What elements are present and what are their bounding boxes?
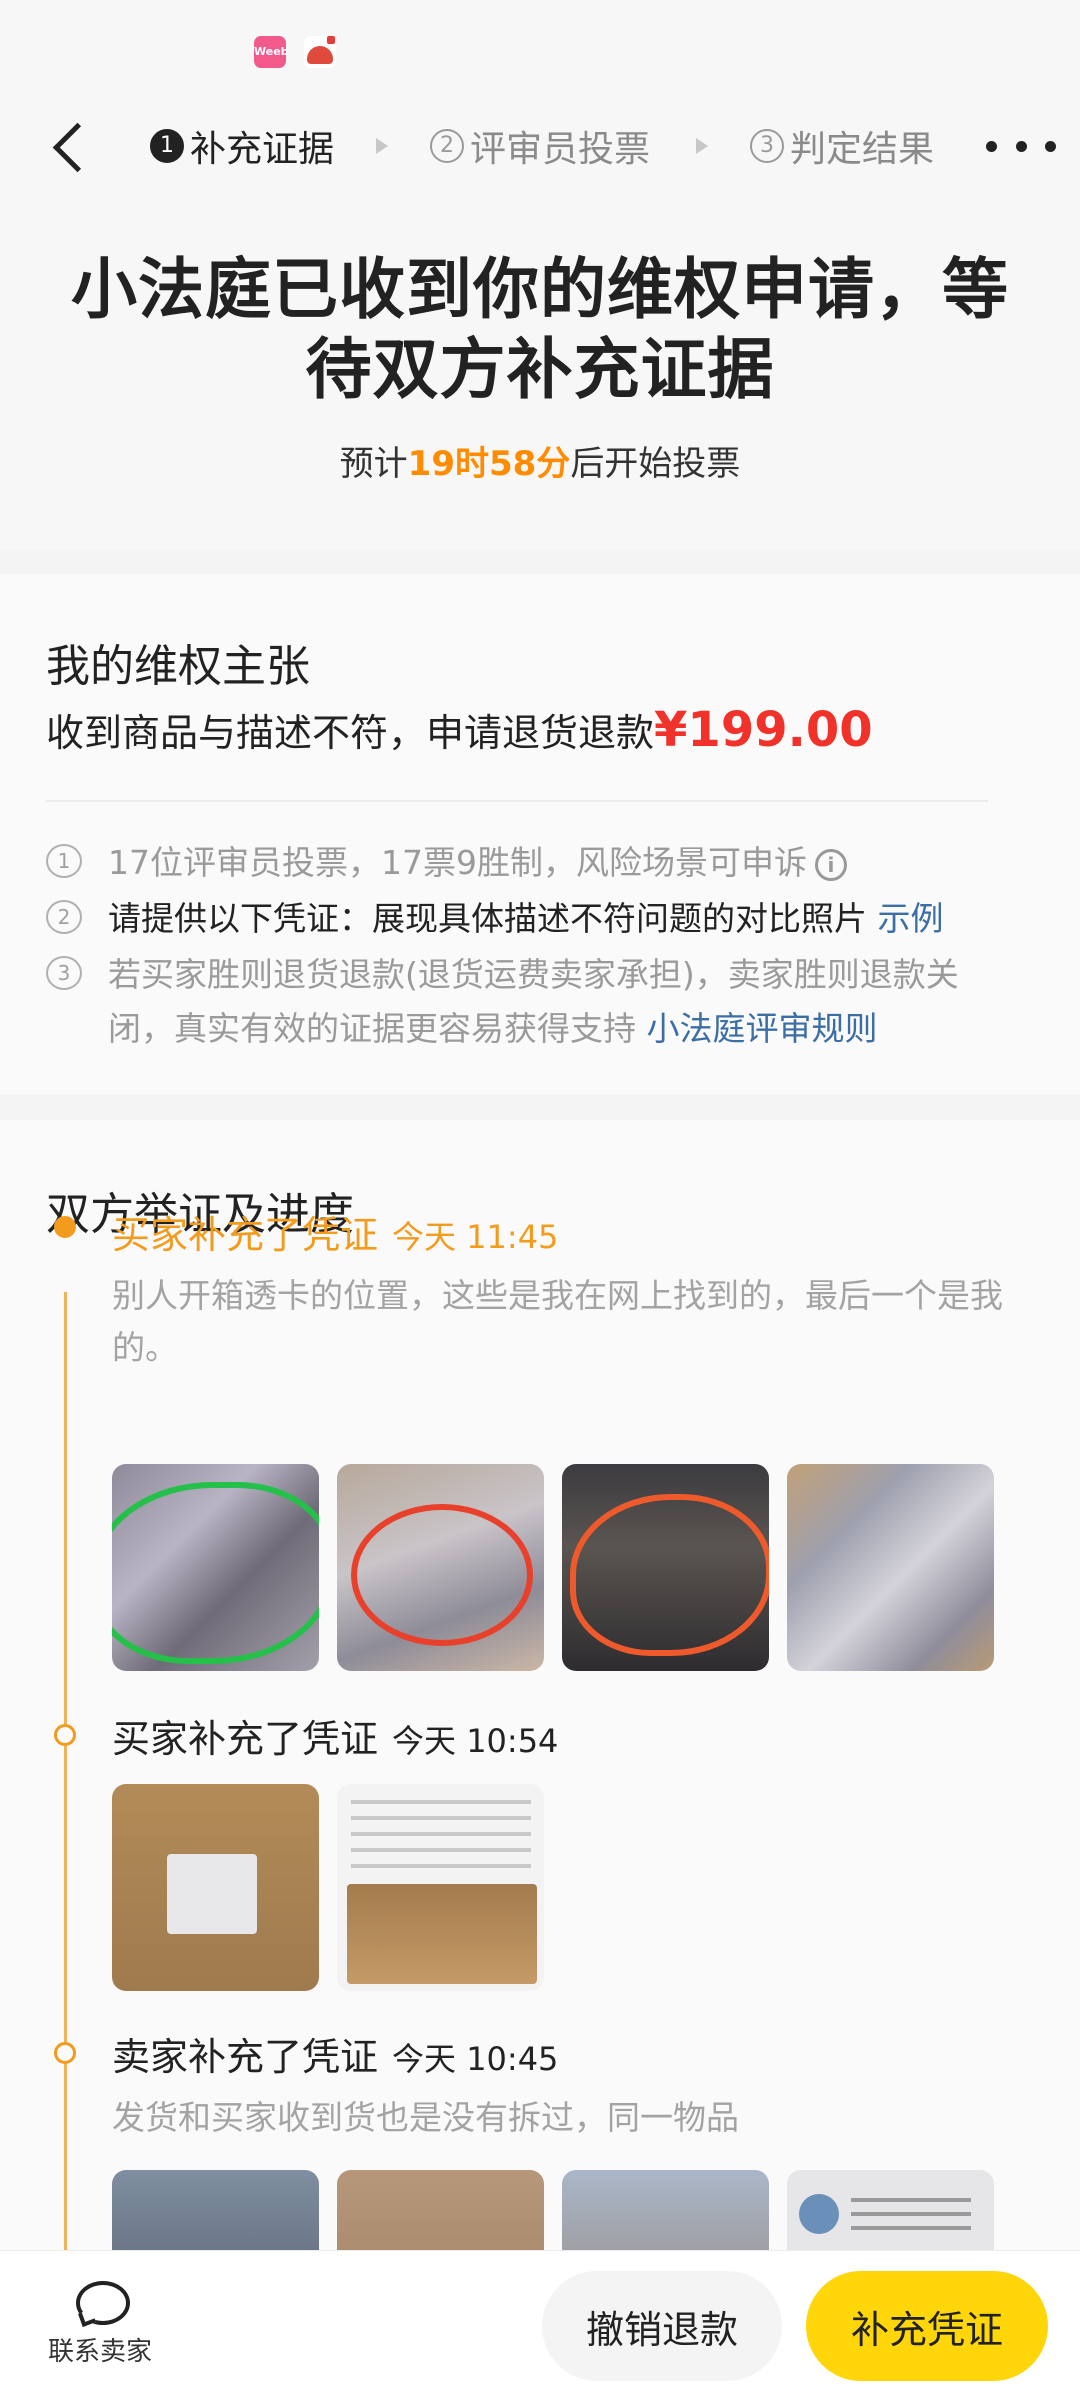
evidence-image[interactable]: [562, 1464, 769, 1671]
pink-app-icon: Weeb: [254, 36, 289, 68]
evidence-image[interactable]: [787, 1464, 994, 1671]
rule-text: 请提供以下凭证：展现具体描述不符问题的对比照片: [108, 899, 867, 938]
divider: [46, 800, 988, 802]
timeline-entry-header: 买家补充了凭证 今天 10:54: [112, 1708, 558, 1763]
entry-actor: 买家补充了凭证: [112, 1213, 379, 1257]
evidence-image[interactable]: [112, 1784, 319, 1991]
entry-actor: 卖家补充了凭证: [112, 2035, 379, 2079]
evidence-image[interactable]: [337, 1464, 544, 1671]
step-2-label: 评审员投票: [470, 129, 651, 170]
back-button[interactable]: [40, 112, 110, 178]
rule-item: 1 17位评审员投票，17票9胜制，风险场景可申诉 i: [46, 836, 1006, 890]
timeline-entry-header: 卖家补充了凭证 今天 10:45: [112, 2026, 558, 2081]
evidence-progress: 双方举证及进度 买家补充了凭证 今天 11:45 别人开箱透卡的位置，这些是我在…: [0, 1120, 1080, 2377]
nav-bar: 1 补充证据 2 评审员投票 3 判定结果: [0, 100, 1080, 190]
entry-actor: 买家补充了凭证: [112, 1717, 379, 1761]
step-3: 3 判定结果: [750, 124, 934, 170]
step-1-label: 补充证据: [190, 129, 335, 170]
bottom-action-bar: 联系卖家 撤销退款 补充凭证: [0, 2250, 1080, 2400]
rule-number: 2: [46, 900, 82, 934]
step-2: 2 评审员投票: [430, 124, 650, 170]
page-root: Weeb 1 补充证据 2 评审员投票 3 判定结果 小法庭已收到你的维权申请，…: [0, 0, 1080, 2400]
supplement-evidence-button[interactable]: 补充凭证: [806, 2271, 1048, 2381]
step-1-number: 1: [150, 129, 184, 163]
rule-number: 3: [46, 956, 82, 990]
status-header: 小法庭已收到你的维权申请，等待双方补充证据 预计19时58分后开始投票: [0, 190, 1080, 550]
entry-time: 今天 11:45: [392, 1218, 559, 1256]
claim-statement: 收到商品与描述不符，申请退货退款¥199.00: [46, 702, 873, 761]
countdown-suffix: 后开始投票: [570, 444, 741, 484]
cancel-refund-button[interactable]: 撤销退款: [542, 2271, 782, 2381]
claim-card: 我的维权主张 收到商品与描述不符，申请退货退款¥199.00 1 17位评审员投…: [0, 574, 1080, 1094]
status-bar: Weeb: [0, 0, 1080, 100]
rule-item: 2 请提供以下凭证：展现具体描述不符问题的对比照片 示例: [46, 892, 1006, 946]
evidence-thumbnails: [112, 1464, 994, 1671]
rule-number: 1: [46, 844, 82, 878]
entry-time: 今天 10:45: [392, 2040, 559, 2078]
claim-text: 收到商品与描述不符，申请退货退款: [46, 711, 655, 755]
timeline-entry-header: 买家补充了凭证 今天 11:45: [112, 1204, 558, 1259]
claim-title: 我的维权主张: [46, 641, 310, 692]
claim-amount: ¥199.00: [654, 702, 873, 758]
countdown-prefix: 预计: [339, 444, 408, 484]
timeline-dot: [54, 1724, 76, 1746]
example-link[interactable]: 示例: [878, 899, 944, 938]
info-icon[interactable]: i: [814, 848, 847, 881]
chat-icon: [74, 2281, 130, 2325]
step-2-number: 2: [430, 129, 464, 163]
step-1: 1 补充证据: [150, 124, 334, 170]
step-separator-icon: [696, 138, 708, 154]
step-3-label: 判定结果: [790, 129, 935, 170]
contact-seller-label: 联系卖家: [47, 2337, 152, 2367]
entry-time: 今天 10:54: [392, 1722, 559, 1760]
red-app-icon: [304, 36, 336, 68]
more-dot-icon: [1015, 140, 1027, 152]
contact-seller-button[interactable]: 联系卖家: [40, 2281, 160, 2381]
timeline-dot: [54, 2042, 76, 2064]
countdown-time: 19时58分: [407, 444, 571, 484]
evidence-image[interactable]: [112, 1464, 319, 1671]
evidence-thumbnails: [112, 1784, 544, 1991]
evidence-image[interactable]: [337, 1784, 544, 1991]
step-3-number: 3: [750, 129, 784, 163]
court-rules-link[interactable]: 小法庭评审规则: [647, 1009, 878, 1048]
entry-description: 别人开箱透卡的位置，这些是我在网上找到的，最后一个是我的。: [112, 1276, 1003, 1367]
timeline-dot-active: [54, 1216, 76, 1238]
timeline-line: [64, 1292, 67, 2292]
entry-description: 发货和买家收到货也是没有拆过，同一物品: [112, 2098, 739, 2137]
rule-item: 3 若买家胜则退货退款(退货运费卖家承担)，卖家胜则退款关闭，真实有效的证据更容…: [46, 948, 1006, 1056]
step-separator-icon: [376, 138, 388, 154]
vote-countdown: 预计19时58分后开始投票: [0, 436, 1080, 485]
rule-text: 17位评审员投票，17票9胜制，风险场景可申诉: [108, 843, 807, 882]
more-options-button[interactable]: [986, 124, 1056, 168]
more-dot-icon: [986, 140, 997, 152]
more-dot-icon: [1045, 140, 1056, 152]
page-title: 小法庭已收到你的维权申请，等待双方补充证据: [71, 251, 1009, 408]
